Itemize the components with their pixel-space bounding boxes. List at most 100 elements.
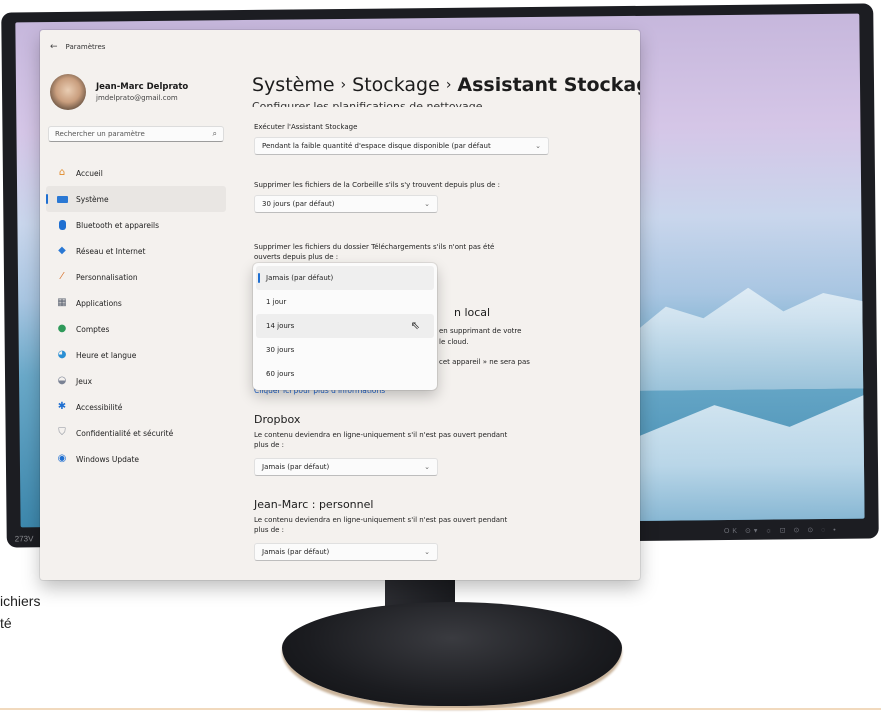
sidebar-item-label: Personnalisation bbox=[76, 272, 138, 282]
app-title: Paramètres bbox=[65, 43, 106, 51]
dropdown-value: Jamais (par défaut) bbox=[262, 463, 330, 471]
dropdown-option[interactable]: 1 jour bbox=[256, 290, 434, 314]
sidebar-item-personnalisation[interactable]: ⁄ Personnalisation bbox=[46, 264, 226, 290]
monitor-model-label: 273V bbox=[14, 534, 34, 544]
run-assistant-dropdown[interactable]: Pendant la faible quantité d'espace disq… bbox=[254, 137, 549, 155]
sidebar-item-label: Confidentialité et sécurité bbox=[76, 428, 174, 438]
dropdown-option[interactable]: 30 jours bbox=[256, 338, 434, 362]
globe-clock-icon: ◕ bbox=[57, 349, 67, 360]
shield-icon: ⛉ bbox=[58, 427, 66, 438]
article-text-line: té bbox=[0, 615, 12, 631]
dropdown-option-label: 14 jours bbox=[266, 322, 295, 330]
bluetooth-icon bbox=[56, 219, 68, 231]
downloads-dropdown-menu: Jamais (par défaut) 1 jour 14 jours ⇖ 30… bbox=[253, 263, 437, 390]
home-icon: ⌂ bbox=[58, 167, 66, 178]
downloads-label: Supprimer les fichiers du dossier Téléch… bbox=[254, 242, 494, 262]
brush-icon: ⁄ bbox=[61, 271, 63, 282]
sidebar-item-bluetooth[interactable]: Bluetooth et appareils bbox=[46, 212, 226, 238]
dropbox-title: Dropbox bbox=[254, 413, 301, 426]
sidebar-nav: ⌂ Accueil Système Bluetooth et appareils… bbox=[46, 160, 226, 472]
breadcrumb: Système › Stockage › Assistant Stockage bbox=[252, 74, 640, 96]
sidebar-item-label: Comptes bbox=[76, 324, 110, 334]
dropbox-description-line: plus de : bbox=[254, 441, 285, 449]
search-placeholder: Rechercher un paramètre bbox=[55, 130, 145, 138]
sidebar-item-label: Accueil bbox=[76, 168, 103, 178]
page-title: Assistant Stockage bbox=[457, 74, 640, 96]
sidebar-item-label: Système bbox=[76, 194, 109, 204]
local-section-text: en supprimant de votre bbox=[439, 327, 522, 335]
recycle-bin-label: Supprimer les fichiers de la Corbeille s… bbox=[254, 181, 501, 189]
chevron-down-icon: ⌄ bbox=[424, 548, 430, 556]
personal-dropdown[interactable]: Jamais (par défaut) ⌄ bbox=[254, 543, 438, 561]
breadcrumb-separator-icon: › bbox=[340, 77, 347, 93]
sidebar-item-label: Réseau et Internet bbox=[76, 246, 146, 256]
breadcrumb-stockage[interactable]: Stockage bbox=[352, 74, 440, 96]
personal-title: Jean-Marc : personnel bbox=[254, 498, 374, 511]
sidebar-item-comptes[interactable]: ● Comptes bbox=[46, 316, 226, 342]
sidebar-item-jeux[interactable]: ◒ Jeux bbox=[46, 368, 226, 394]
local-section-text: le cloud. bbox=[439, 338, 469, 346]
search-icon: ⌕ bbox=[212, 129, 217, 138]
person-icon: ● bbox=[57, 323, 67, 334]
apps-icon: ▦ bbox=[57, 297, 67, 308]
sidebar-item-label: Bluetooth et appareils bbox=[76, 220, 160, 230]
display-icon bbox=[56, 193, 68, 205]
dropdown-option-hovered[interactable]: 14 jours ⇖ bbox=[256, 314, 434, 338]
local-section-text: cet appareil » ne sera pas bbox=[439, 358, 530, 366]
sidebar-item-confidentialite[interactable]: ⛉ Confidentialité et sécurité bbox=[46, 420, 226, 446]
sidebar-item-windows-update[interactable]: ◉ Windows Update bbox=[46, 446, 226, 472]
sidebar-item-label: Windows Update bbox=[76, 454, 140, 464]
search-input[interactable]: Rechercher un paramètre ⌕ bbox=[48, 126, 224, 142]
title-bar: ← Paramètres bbox=[50, 42, 105, 52]
dropdown-option[interactable]: 60 jours bbox=[256, 362, 434, 386]
monitor-base bbox=[282, 602, 622, 706]
user-profile[interactable]: Jean-Marc Delprato jmdelprato@gmail.com bbox=[50, 74, 188, 110]
dropbox-description: Le contenu deviendra en ligne-uniquement… bbox=[254, 430, 507, 450]
local-section-title-partial: n local bbox=[454, 306, 491, 319]
downloads-label-line: ouverts depuis plus de : bbox=[254, 253, 339, 261]
avatar bbox=[50, 74, 86, 110]
monitor-buttons: OK ⊙▾ ☼ ⊡ ⊙ ⊙ ◌ • bbox=[723, 526, 839, 536]
dropbox-dropdown[interactable]: Jamais (par défaut) ⌄ bbox=[254, 458, 438, 476]
dropdown-value: Pendant la faible quantité d'espace disq… bbox=[262, 142, 491, 150]
sidebar-item-accessibilite[interactable]: ✱ Accessibilité bbox=[46, 394, 226, 420]
dropdown-value: Jamais (par défaut) bbox=[262, 548, 330, 556]
back-arrow-icon[interactable]: ← bbox=[50, 42, 58, 52]
section-heading-partial: Configurer les planifications de nettoya… bbox=[252, 100, 483, 107]
recycle-bin-dropdown[interactable]: 30 jours (par défaut) ⌄ bbox=[254, 195, 438, 213]
sidebar-item-applications[interactable]: ▦ Applications bbox=[46, 290, 226, 316]
dropdown-option[interactable]: Jamais (par défaut) bbox=[256, 266, 434, 290]
page-divider bbox=[0, 708, 881, 710]
mouse-cursor-icon: ⇖ bbox=[410, 319, 420, 332]
personal-description-line: plus de : bbox=[254, 526, 285, 534]
run-assistant-label: Exécuter l'Assistant Stockage bbox=[254, 123, 358, 131]
wifi-icon: ◆ bbox=[58, 245, 66, 256]
sidebar-item-reseau[interactable]: ◆ Réseau et Internet bbox=[46, 238, 226, 264]
sidebar-item-label: Heure et langue bbox=[76, 350, 137, 360]
dropdown-value: 30 jours (par défaut) bbox=[262, 200, 335, 208]
breadcrumb-separator-icon: › bbox=[445, 77, 452, 93]
article-text-line: ichiers bbox=[0, 593, 41, 609]
chevron-down-icon: ⌄ bbox=[424, 463, 430, 471]
sidebar-item-systeme[interactable]: Système bbox=[46, 186, 226, 212]
sidebar-item-heure[interactable]: ◕ Heure et langue bbox=[46, 342, 226, 368]
settings-window: ← Paramètres Jean-Marc Delprato jmdelpra… bbox=[40, 30, 640, 580]
sidebar-item-label: Jeux bbox=[76, 376, 93, 386]
sidebar-item-label: Applications bbox=[76, 298, 122, 308]
dropbox-description-line: Le contenu deviendra en ligne-uniquement… bbox=[254, 431, 508, 439]
article-text-fragment: ichiers té bbox=[0, 590, 40, 634]
gamepad-icon: ◒ bbox=[57, 375, 67, 386]
breadcrumb-systeme[interactable]: Système bbox=[252, 74, 335, 96]
wallpaper-iceberg bbox=[628, 268, 865, 391]
accessibility-icon: ✱ bbox=[57, 401, 67, 412]
sidebar-item-accueil[interactable]: ⌂ Accueil bbox=[46, 160, 226, 186]
update-icon: ◉ bbox=[57, 453, 67, 464]
personal-description-line: Le contenu deviendra en ligne-uniquement… bbox=[254, 516, 508, 524]
downloads-label-line: Supprimer les fichiers du dossier Téléch… bbox=[254, 243, 495, 251]
chevron-down-icon: ⌄ bbox=[535, 142, 541, 150]
profile-name: Jean-Marc Delprato bbox=[96, 82, 189, 92]
personal-description: Le contenu deviendra en ligne-uniquement… bbox=[254, 515, 507, 535]
profile-email: jmdelprato@gmail.com bbox=[96, 94, 178, 102]
chevron-down-icon: ⌄ bbox=[424, 200, 430, 208]
sidebar-item-label: Accessibilité bbox=[76, 402, 123, 412]
